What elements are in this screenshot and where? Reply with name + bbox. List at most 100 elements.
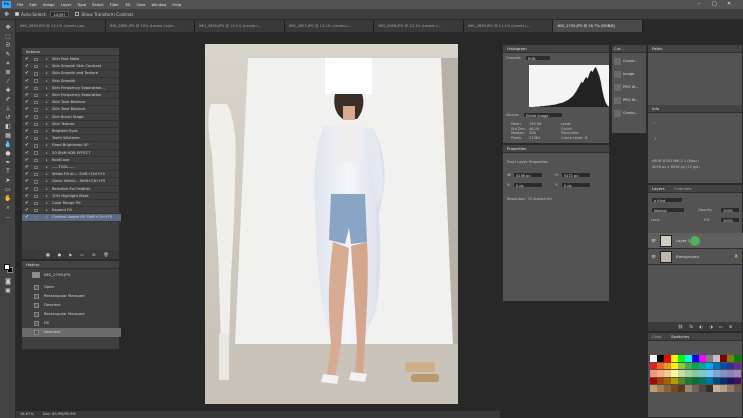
tab-layers[interactable]: Layers	[652, 186, 665, 191]
quick-select-tool-icon[interactable]: ✎	[3, 51, 13, 59]
new-action-icon[interactable]: ⊞	[92, 252, 95, 257]
swatch-cell[interactable]	[650, 362, 657, 369]
screen-mode-icon[interactable]: ▣	[3, 287, 13, 295]
swatch-cell[interactable]	[664, 385, 671, 392]
document-image[interactable]	[205, 44, 458, 404]
history-brush-icon[interactable]: ↺	[3, 114, 13, 122]
doc-tab[interactable]: IMG_2859.JPG @ 11.1% (Levels L...	[463, 20, 554, 32]
layer-name[interactable]: Background	[676, 254, 699, 259]
dodge-tool-icon[interactable]: ●	[3, 150, 13, 158]
expand-triangle-icon[interactable]: ▸	[46, 200, 48, 207]
action-enabled-check-icon[interactable]: ✔	[25, 99, 29, 106]
doc-tab[interactable]: IMG_2855.JPG @ 13.1% (Levels L...	[195, 20, 285, 32]
paths-title[interactable]: Paths	[648, 45, 742, 53]
expand-triangle-icon[interactable]: ▸	[46, 92, 48, 99]
swatch-cell[interactable]	[678, 362, 685, 369]
action-enabled-check-icon[interactable]: ✔	[25, 128, 29, 135]
action-enabled-check-icon[interactable]: ✔	[25, 207, 29, 214]
width-field[interactable]: 4136 px	[513, 172, 543, 178]
menu-image[interactable]: Image	[43, 2, 55, 7]
swatch-cell[interactable]	[657, 362, 664, 369]
action-item[interactable]: ✔ ▸ Skin Smooth Skin Contrast	[22, 63, 121, 71]
adjustment-icon[interactable]: ◑	[709, 324, 713, 329]
swatch-cell[interactable]	[685, 385, 692, 392]
action-enabled-check-icon[interactable]: ✔	[25, 63, 29, 70]
height-field[interactable]: 5472 px	[561, 172, 591, 178]
action-dialog-toggle[interactable]	[34, 187, 38, 191]
tab-color[interactable]: Color	[652, 334, 662, 339]
action-item[interactable]: ✔ ▸ Skin Fast Make	[22, 56, 121, 64]
history-state[interactable]: Deselect	[22, 328, 121, 337]
history-state[interactable]: Rectangular Marquee	[22, 292, 121, 301]
menu-3d[interactable]: 3D	[125, 2, 130, 7]
expand-triangle-icon[interactable]: ▸	[46, 114, 48, 121]
action-dialog-toggle[interactable]	[34, 216, 38, 220]
swatch-cell[interactable]	[713, 355, 720, 362]
swatch-cell[interactable]	[699, 362, 706, 369]
action-enabled-check-icon[interactable]: ✔	[25, 56, 29, 63]
y-field[interactable]: 0 px	[561, 182, 591, 188]
swatch-cell[interactable]	[685, 362, 692, 369]
swatch-cell[interactable]	[706, 377, 713, 384]
action-dialog-toggle[interactable]	[34, 79, 38, 83]
swatch-cell[interactable]	[692, 355, 699, 362]
menu-select[interactable]: Select	[92, 2, 104, 7]
action-enabled-check-icon[interactable]: ✔	[25, 178, 29, 185]
move-tool-icon[interactable]: ✥	[4, 11, 9, 18]
action-item[interactable]: ✔ ▸ Skin Smooth and Texture	[22, 70, 121, 78]
action-dialog-toggle[interactable]	[34, 201, 38, 206]
action-enabled-check-icon[interactable]: ✔	[25, 114, 29, 121]
show-transform-checkbox[interactable]	[75, 12, 80, 16]
menu-help[interactable]: Help	[172, 2, 181, 7]
menu-type[interactable]: Type	[77, 2, 86, 7]
action-item[interactable]: ✔ ▸ Expand Fill	[22, 207, 121, 215]
action-dialog-toggle[interactable]	[34, 64, 38, 69]
action-item[interactable]: ✔ ▸ Teeth Whitener	[22, 135, 121, 143]
action-dialog-toggle[interactable]	[34, 57, 38, 62]
swatch-cell[interactable]	[657, 385, 664, 392]
action-item[interactable]: ✔ ▸ Skin Texture	[22, 121, 121, 128]
path-select-icon[interactable]: ➤	[3, 177, 13, 185]
action-enabled-check-icon[interactable]: ✔	[25, 200, 29, 207]
expand-triangle-icon[interactable]: ▸	[46, 164, 48, 171]
side-item[interactable]: Combi...	[614, 108, 647, 119]
expand-triangle-icon[interactable]: ▸	[46, 121, 48, 128]
side-item[interactable]: Image	[614, 69, 647, 80]
history-snapshot[interactable]: IMG_2795.JPG	[22, 271, 121, 280]
menu-file[interactable]: File	[17, 2, 23, 7]
histogram-title[interactable]: Histogram	[503, 45, 609, 53]
doc-tab[interactable]: IMG_2857.JPG @ 13.1% (Levels L...	[284, 20, 375, 32]
swatch-cell[interactable]	[727, 370, 734, 377]
maximize-button[interactable]: □	[712, 1, 717, 7]
crop-tool-icon[interactable]: ⌗	[3, 60, 13, 68]
swatch-cell[interactable]	[657, 355, 664, 362]
action-item[interactable]: ✔ ▸ 20 Shift HDR EFFECT	[22, 150, 121, 157]
menu-window[interactable]: Window	[151, 2, 166, 7]
action-item[interactable]: ✔ ▸ BoldColor	[22, 157, 121, 164]
menu-edit[interactable]: Edit	[29, 2, 36, 7]
swatch-cell[interactable]	[734, 362, 741, 369]
shape-tool-icon[interactable]: ▭	[3, 186, 13, 194]
menu-layer[interactable]: Layer	[61, 2, 72, 7]
zoom-tool-icon[interactable]: ⌕	[3, 204, 13, 212]
properties-title[interactable]: Properties	[503, 145, 609, 153]
swatch-cell[interactable]	[650, 370, 657, 377]
swatch-cell[interactable]	[664, 362, 671, 369]
blur-tool-icon[interactable]: 💧	[3, 141, 13, 149]
swatch-cell[interactable]	[650, 377, 657, 384]
expand-triangle-icon[interactable]: ▸	[46, 106, 48, 113]
layer-kind-filter[interactable]: ρ Kind	[651, 197, 683, 203]
record-icon[interactable]: ●	[58, 252, 62, 257]
action-item[interactable]: ✔ ▸ Fixed Brightness UP	[22, 142, 121, 150]
action-enabled-check-icon[interactable]: ✔	[25, 106, 29, 113]
expand-triangle-icon[interactable]: ▸	[46, 70, 48, 77]
swatch-cell[interactable]	[713, 385, 720, 392]
expand-triangle-icon[interactable]: ▸	[46, 63, 48, 70]
expand-triangle-icon[interactable]: ▸	[46, 193, 48, 200]
action-dialog-toggle[interactable]	[34, 115, 38, 119]
group-icon[interactable]: ▭	[719, 324, 723, 329]
history-state[interactable]: Open	[22, 283, 121, 292]
swatch-cell[interactable]	[720, 385, 727, 392]
stamp-tool-icon[interactable]: ⊥	[3, 105, 13, 113]
action-dialog-toggle[interactable]	[34, 93, 38, 98]
